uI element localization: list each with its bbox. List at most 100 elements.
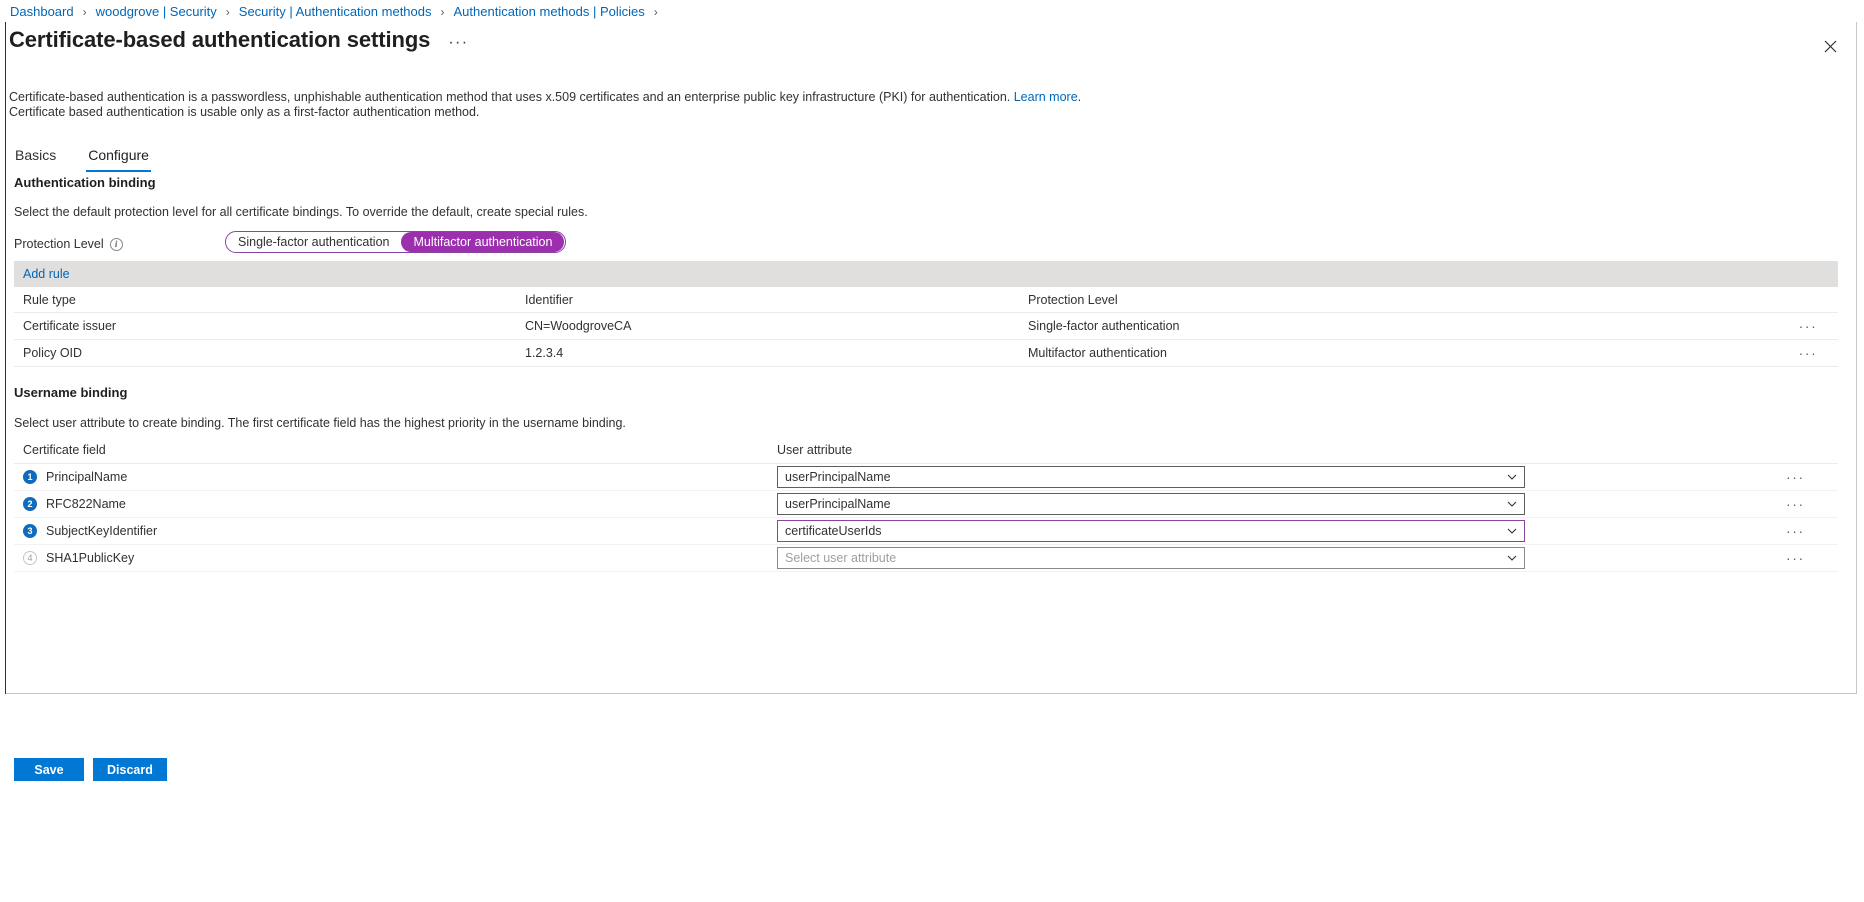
rules-command-bar: Add rule <box>14 261 1838 287</box>
user-attribute-value: userPrincipalName <box>785 497 891 511</box>
breadcrumb-separator: › <box>82 5 87 19</box>
row-more-actions-button[interactable]: ··· <box>1794 317 1823 335</box>
user-attribute-dropdown[interactable]: userPrincipalName <box>777 466 1525 488</box>
cell-rule-type: Certificate issuer <box>23 319 117 333</box>
add-rule-link[interactable]: Add rule <box>23 267 70 281</box>
row-actions: ··· <box>1778 344 1838 362</box>
certificate-field-cell: 1 PrincipalName <box>14 470 777 484</box>
column-header-rule-type[interactable]: Rule type <box>14 293 525 307</box>
row-more-actions-button[interactable]: ··· <box>1781 522 1810 540</box>
username-binding-header: Certificate field User attribute <box>14 437 1838 464</box>
table-row[interactable]: Certificate issuer CN=WoodgroveCA Single… <box>14 313 1838 340</box>
close-icon <box>1824 40 1836 52</box>
order-badge: 1 <box>23 470 37 484</box>
column-header-user-attribute: User attribute <box>777 443 853 457</box>
row-actions: ··· <box>1773 468 1838 486</box>
cell-identifier: CN=WoodgroveCA <box>525 319 632 333</box>
tab-basics[interactable]: Basics <box>13 142 58 172</box>
certificate-field-label: SubjectKeyIdentifier <box>46 524 158 538</box>
blade-description: Certificate-based authentication is a pa… <box>9 90 1081 120</box>
breadcrumb-item-security-authentication-methods[interactable]: Security | Authentication methods <box>237 3 434 21</box>
column-header-identifier[interactable]: Identifier <box>525 293 1028 307</box>
username-binding-heading: Username binding <box>14 385 128 400</box>
description-line-1: Certificate-based authentication is a pa… <box>9 90 1014 104</box>
rules-grid: Rule type Identifier Protection Level Ce… <box>14 287 1838 367</box>
list-item[interactable]: 1 PrincipalName userPrincipalName ··· <box>14 464 1838 491</box>
certificate-field-label: RFC822Name <box>46 497 126 511</box>
row-actions: ··· <box>1773 549 1838 567</box>
user-attribute-dropdown[interactable]: userPrincipalName <box>777 493 1525 515</box>
page-more-actions-button[interactable]: ··· <box>442 35 474 51</box>
toggle-option-multifactor[interactable]: Multifactor authentication <box>401 232 565 252</box>
toggle-option-single-factor[interactable]: Single-factor authentication <box>226 232 401 252</box>
user-attribute-cell: Select user attribute <box>777 547 1773 569</box>
chevron-down-icon <box>1507 501 1517 507</box>
blade-left-rule <box>5 22 6 694</box>
cell-rule-type: Policy OID <box>23 346 83 360</box>
breadcrumb-item-dashboard[interactable]: Dashboard <box>8 3 76 21</box>
title-row: Certificate-based authentication setting… <box>9 25 475 55</box>
row-more-actions-button[interactable]: ··· <box>1781 468 1810 486</box>
cell-protection-level: Single-factor authentication <box>1028 319 1180 333</box>
row-actions: ··· <box>1778 317 1838 335</box>
breadcrumb-item-authentication-methods-policies[interactable]: Authentication methods | Policies <box>452 3 647 21</box>
chevron-down-icon <box>1507 474 1517 480</box>
list-item[interactable]: 4 SHA1PublicKey Select user attribute ··… <box>14 545 1838 572</box>
user-attribute-dropdown[interactable]: certificateUserIds <box>777 520 1525 542</box>
authentication-binding-heading: Authentication binding <box>14 175 156 190</box>
breadcrumb-separator: › <box>653 5 658 19</box>
chevron-down-icon <box>1507 528 1517 534</box>
protection-level-label: Protection Level <box>14 237 104 251</box>
certificate-field-label: SHA1PublicKey <box>46 551 135 565</box>
order-badge: 4 <box>23 551 37 565</box>
user-attribute-dropdown[interactable]: Select user attribute <box>777 547 1525 569</box>
user-attribute-value: userPrincipalName <box>785 470 891 484</box>
user-attribute-cell: certificateUserIds <box>777 520 1773 542</box>
chevron-down-icon <box>1507 555 1517 561</box>
learn-more-link[interactable]: Learn more <box>1014 90 1078 104</box>
column-header-protection-level[interactable]: Protection Level <box>1028 293 1778 307</box>
list-item[interactable]: 3 SubjectKeyIdentifier certificateUserId… <box>14 518 1838 545</box>
user-attribute-value: certificateUserIds <box>785 524 882 538</box>
breadcrumb-item-woodgrove-security[interactable]: woodgrove | Security <box>94 3 219 21</box>
protection-level-toggle[interactable]: Single-factor authentication Multifactor… <box>225 231 567 253</box>
certificate-field-cell: 3 SubjectKeyIdentifier <box>14 524 777 538</box>
discard-button[interactable]: Discard <box>93 758 167 781</box>
info-icon[interactable]: i <box>109 237 123 251</box>
cell-identifier: 1.2.3.4 <box>525 346 564 360</box>
order-badge: 3 <box>23 524 37 538</box>
close-button[interactable] <box>1814 30 1846 62</box>
certificate-field-cell: 4 SHA1PublicKey <box>14 551 777 565</box>
rules-grid-header: Rule type Identifier Protection Level <box>14 287 1838 313</box>
cell-protection-level: Multifactor authentication <box>1028 346 1167 360</box>
azure-portal-blade: Dashboard › woodgrove | Security › Secur… <box>0 0 1864 902</box>
page-title: Certificate-based authentication setting… <box>9 27 431 52</box>
certificate-field-label: PrincipalName <box>46 470 128 484</box>
user-attribute-cell: userPrincipalName <box>777 466 1773 488</box>
description-line-1-tail: . <box>1077 90 1082 104</box>
protection-level-row: Protection Level i Single-factor authent… <box>14 231 1114 255</box>
tab-configure[interactable]: Configure <box>86 142 151 172</box>
table-row[interactable]: Policy OID 1.2.3.4 Multifactor authentic… <box>14 340 1838 367</box>
protection-level-label-group: Protection Level i <box>14 237 123 251</box>
breadcrumb-separator: › <box>225 5 230 19</box>
footer-actions: Save Discard <box>14 758 167 781</box>
row-more-actions-button[interactable]: ··· <box>1794 344 1823 362</box>
username-binding-grid: Certificate field User attribute 1 Princ… <box>14 437 1838 572</box>
list-item[interactable]: 2 RFC822Name userPrincipalName ··· <box>14 491 1838 518</box>
row-more-actions-button[interactable]: ··· <box>1781 549 1810 567</box>
row-more-actions-button[interactable]: ··· <box>1781 495 1810 513</box>
save-button[interactable]: Save <box>14 758 84 781</box>
column-header-certificate-field: Certificate field <box>23 443 106 457</box>
certificate-field-cell: 2 RFC822Name <box>14 497 777 511</box>
breadcrumb: Dashboard › woodgrove | Security › Secur… <box>8 3 665 21</box>
user-attribute-placeholder: Select user attribute <box>785 551 897 565</box>
row-actions: ··· <box>1773 522 1838 540</box>
breadcrumb-separator: › <box>440 5 445 19</box>
order-badge: 2 <box>23 497 37 511</box>
tab-list: Basics Configure <box>13 138 151 172</box>
authentication-binding-subtext: Select the default protection level for … <box>14 205 588 219</box>
username-binding-subtext: Select user attribute to create binding.… <box>14 416 626 430</box>
description-line-2: Certificate based authentication is usab… <box>9 105 480 119</box>
user-attribute-cell: userPrincipalName <box>777 493 1773 515</box>
